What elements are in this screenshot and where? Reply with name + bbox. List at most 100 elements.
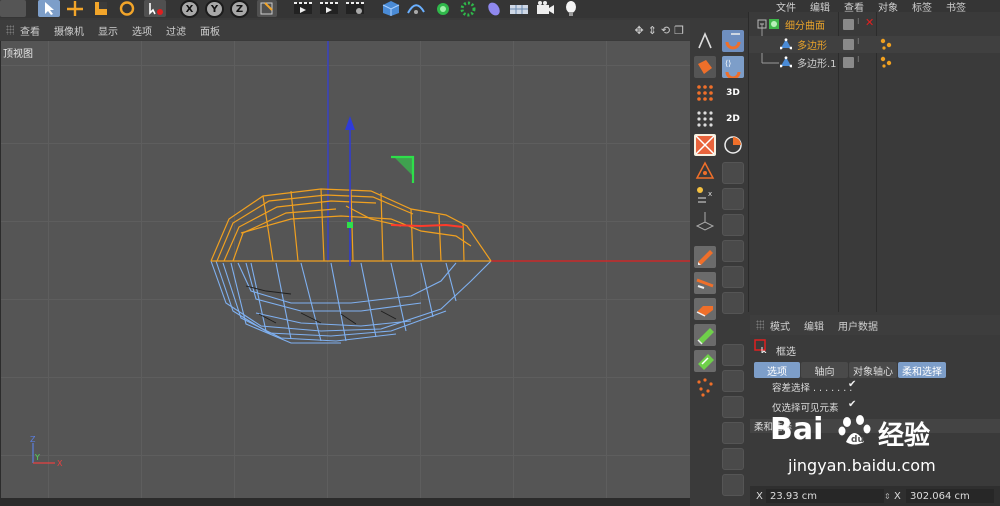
dolly-icon[interactable]: ⇕ (648, 24, 657, 37)
viewport-bottom-bar (0, 498, 690, 506)
coordinate-system-icon[interactable] (257, 0, 277, 17)
menu-panel[interactable]: 面板 (200, 23, 220, 38)
axis-triangle-icon[interactable] (694, 160, 716, 182)
object-row-polygon[interactable]: 多边形 ⁝ (749, 36, 1000, 53)
phong-tag-icon[interactable] (880, 56, 892, 68)
floor-icon[interactable] (508, 0, 530, 17)
disabled-tool-slot (722, 162, 744, 184)
disabled-tool-slot (722, 422, 744, 444)
extrude-inner-icon[interactable] (694, 350, 716, 372)
texture-checker-icon[interactable] (694, 134, 716, 156)
grip-icon[interactable] (756, 320, 764, 330)
camera-icon[interactable] (534, 0, 556, 17)
z-axis-lock-button[interactable]: Z (230, 0, 249, 18)
stepper-icon[interactable]: ⇕ (884, 492, 894, 501)
rotate-icon[interactable] (116, 0, 138, 17)
maximize-view-icon[interactable]: ❐ (674, 24, 684, 37)
nurbs-icon[interactable] (432, 0, 454, 17)
knife-tool-icon[interactable] (694, 272, 716, 294)
pan-icon[interactable]: ✥ (634, 24, 643, 37)
attr-menu-edit[interactable]: 编辑 (804, 318, 824, 333)
point-cluster-icon[interactable] (694, 376, 716, 398)
svg-text:⟨⟩: ⟨⟩ (725, 59, 731, 68)
model-mode-icon[interactable]: ⟨⟩ (722, 56, 744, 80)
mini-axis-gizmo: Y Z X (30, 435, 63, 468)
timeline-clock-icon[interactable] (722, 134, 744, 156)
visibility-toggle-icon[interactable] (843, 39, 854, 50)
visibility-toggle-icon[interactable] (843, 19, 854, 30)
paint-bucket-icon[interactable] (694, 56, 716, 78)
mode-2d-button[interactable]: 2D (722, 108, 744, 130)
point-grid-white-icon[interactable] (694, 108, 716, 130)
tab-soft-selection[interactable]: 柔和选择 (898, 362, 946, 378)
objects-menu-tags[interactable]: 标签 (912, 0, 932, 13)
cube-icon[interactable] (380, 0, 402, 17)
objects-menu-file[interactable]: 文件 (776, 0, 796, 13)
attr-menu-userdata[interactable]: 用户数据 (838, 318, 878, 333)
layer-dots-icon[interactable]: ⁝ (857, 37, 860, 46)
objects-menu-object[interactable]: 对象 (878, 0, 898, 13)
menu-filter[interactable]: 过滤 (166, 23, 186, 38)
disabled-tool-slot (722, 344, 744, 366)
coord-x-field[interactable]: 23.93 cm (766, 489, 884, 503)
menu-display[interactable]: 显示 (98, 23, 118, 38)
grip-icon[interactable] (6, 25, 14, 35)
object-row-subdivision[interactable]: 细分曲面 ⁝ ✕ (749, 16, 1000, 33)
workplane-icon[interactable] (694, 210, 716, 232)
visibility-toggle-icon[interactable] (843, 57, 854, 68)
disabled-tool-slot (722, 266, 744, 288)
light-icon[interactable] (560, 0, 582, 17)
mode-3d-button[interactable]: 3D (722, 82, 744, 104)
scale-icon[interactable] (90, 0, 112, 17)
option-visible-only-check[interactable]: ✔ (848, 399, 856, 410)
render-to-picture-viewer-icon[interactable] (318, 0, 340, 17)
magnet-tool-icon[interactable] (722, 30, 744, 52)
polygon-object-icon (779, 38, 793, 50)
attr-menu-mode[interactable]: 模式 (770, 318, 790, 333)
attributes-menubar: 模式 编辑 用户数据 (750, 315, 1000, 335)
object-row-polygon-1[interactable]: 多边形.1 ⁝ (749, 54, 1000, 71)
coord-x-value: 23.93 cm (770, 490, 818, 502)
x-axis-lock-button[interactable]: X (180, 0, 199, 18)
phong-tag-icon[interactable] (880, 38, 892, 50)
objects-menu-edit[interactable]: 编辑 (810, 0, 830, 13)
snap-settings-icon[interactable]: x (694, 184, 716, 206)
pen-spline-icon[interactable] (405, 0, 427, 17)
cinema4d-window: X Y Z 查看 摄像机 显示 选项 过滤 面板 ✥ ⇕ ⟲ ❐ 顶视图 Y Z… (0, 0, 1000, 506)
tab-object-axis[interactable]: 对象轴心 (849, 362, 897, 378)
watermark-brand-b: 经验 (878, 421, 931, 451)
render-settings-icon[interactable] (344, 0, 366, 17)
tab-axis[interactable]: 轴向 (801, 362, 848, 378)
bevel-tool-icon[interactable] (694, 298, 716, 320)
disabled-x-icon[interactable]: ✕ (865, 16, 874, 29)
object-z-axis-arrow (345, 116, 355, 130)
mini-axis-z-label: Z (30, 435, 36, 444)
y-axis-lock-button[interactable]: Y (205, 0, 224, 18)
coord-x2-field[interactable]: 302.064 cm (906, 489, 994, 503)
render-view-icon[interactable] (292, 0, 314, 17)
extrude-tool-icon[interactable] (694, 324, 716, 346)
layer-dots-icon[interactable]: ⁝ (857, 55, 860, 64)
orbit-icon[interactable]: ⟲ (661, 24, 670, 37)
undo-icon[interactable] (0, 0, 26, 17)
select-arrow-icon[interactable] (38, 0, 60, 17)
array-icon[interactable] (457, 0, 479, 17)
move-tool-icon[interactable] (694, 30, 716, 52)
point-grid-icon[interactable] (694, 82, 716, 104)
deformer-icon[interactable] (483, 0, 505, 17)
menu-view[interactable]: 查看 (20, 23, 40, 38)
menu-options[interactable]: 选项 (132, 23, 152, 38)
move-icon[interactable] (64, 0, 86, 17)
objects-menu-view[interactable]: 查看 (844, 0, 864, 13)
menu-camera[interactable]: 摄像机 (54, 23, 84, 38)
polygon-pen-icon[interactable] (694, 246, 716, 268)
recent-tool-icon[interactable] (144, 0, 166, 17)
layer-dots-icon[interactable]: ⁝ (857, 17, 860, 26)
object-name-polygon: 多边形 (797, 41, 827, 52)
tab-options[interactable]: 选项 (754, 362, 800, 378)
top-viewport[interactable]: 顶视图 Y Z X (0, 41, 691, 498)
objects-menu-bookmarks[interactable]: 书签 (946, 0, 966, 13)
option-tolerance-check[interactable]: ✔ (848, 379, 856, 390)
object-axis-center (347, 222, 353, 228)
mini-axis-y-label: Y (34, 453, 40, 462)
